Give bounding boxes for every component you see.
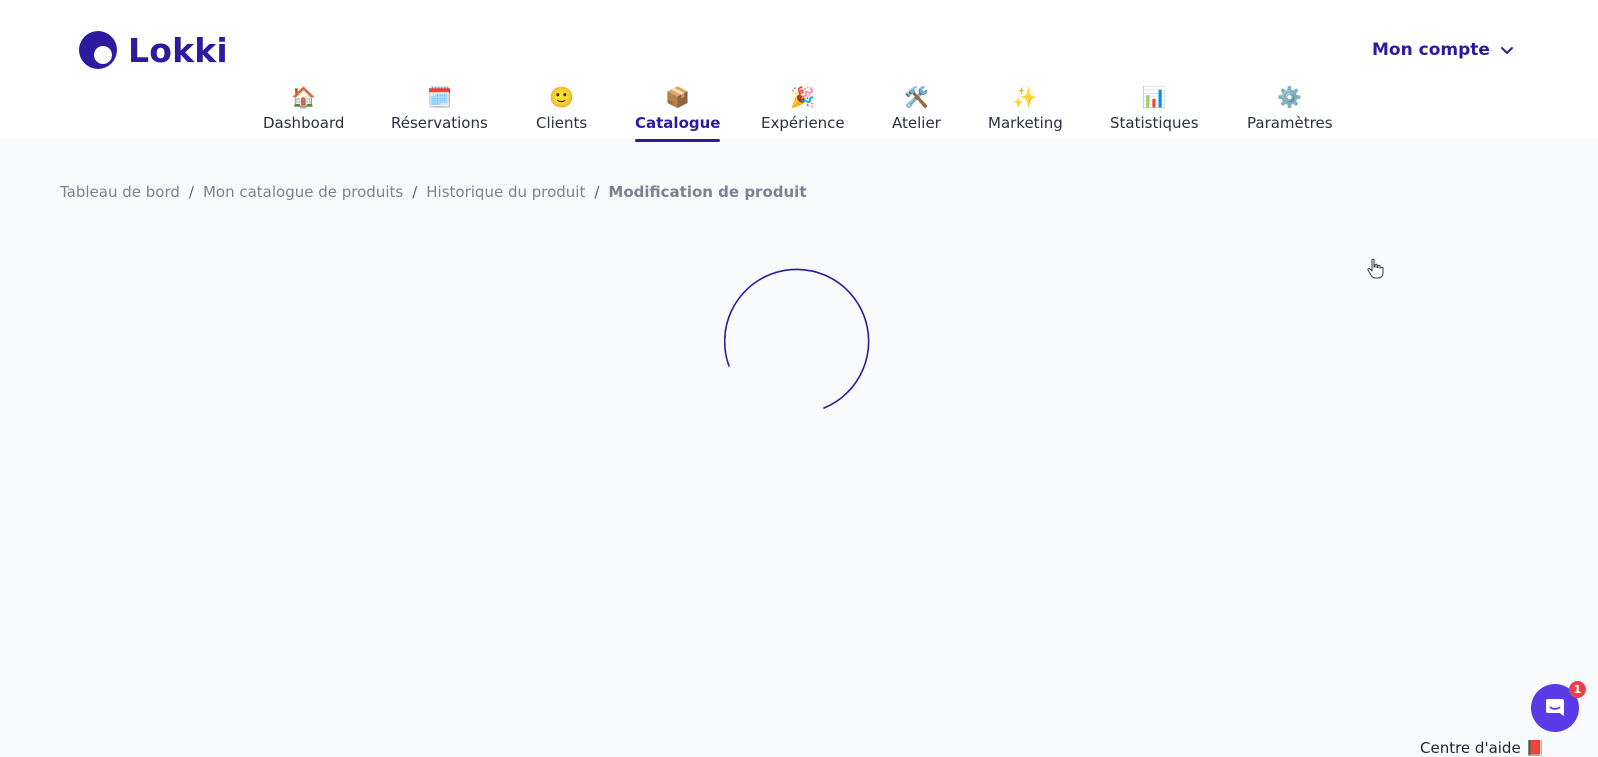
nav-item-dashboard[interactable]: 🏠 Dashboard <box>263 84 344 140</box>
gear-icon: ⚙️ <box>1277 85 1303 109</box>
breadcrumb-separator: / <box>188 183 194 201</box>
chevron-down-icon <box>1500 47 1513 54</box>
party-popper-icon: 🎉 <box>790 85 816 109</box>
active-tab-underline <box>635 139 721 142</box>
nav-item-clients[interactable]: 🙂 Clients <box>536 84 587 140</box>
nav-item-label: Marketing <box>988 114 1063 132</box>
book-icon: 📕 <box>1525 739 1545 757</box>
calendar-icon: 🗓️ <box>426 85 452 109</box>
nav-item-label: Dashboard <box>263 114 345 132</box>
nav-item-catalogue[interactable]: 📦 Catalogue <box>635 84 721 142</box>
breadcrumb-current: Modification de produit <box>608 183 807 201</box>
chat-unread-badge: 1 <box>1569 681 1586 698</box>
nav-item-label: Atelier <box>892 114 941 132</box>
house-icon: 🏠 <box>291 85 317 109</box>
nav-item-label: Expérience <box>761 114 845 132</box>
breadcrumb-separator: / <box>594 183 600 201</box>
nav-item-reservations[interactable]: 🗓️ Réservations <box>391 84 488 140</box>
breadcrumb-link-dashboard[interactable]: Tableau de bord <box>60 183 180 201</box>
nav-item-marketing[interactable]: ✨ Marketing <box>988 84 1063 140</box>
breadcrumb-link-catalogue[interactable]: Mon catalogue de produits <box>203 183 403 201</box>
nav-item-label: Clients <box>536 114 588 132</box>
account-menu[interactable]: Mon compte <box>1372 36 1515 64</box>
nav-item-atelier[interactable]: 🛠️ Atelier <box>892 84 941 140</box>
nav-item-label: Statistiques <box>1110 114 1199 132</box>
tools-icon: 🛠️ <box>903 85 929 109</box>
bar-chart-icon: 📊 <box>1141 85 1167 109</box>
smiley-icon: 🙂 <box>549 85 575 109</box>
help-center-label: Centre d'aide <box>1420 739 1521 757</box>
nav-item-label: Catalogue <box>635 114 721 132</box>
package-icon: 📦 <box>665 85 691 109</box>
nav-item-statistiques[interactable]: 📊 Statistiques <box>1110 84 1199 140</box>
help-center-link[interactable]: Centre d'aide 📕 <box>1420 739 1544 757</box>
sparkles-icon: ✨ <box>1012 85 1038 109</box>
breadcrumb-link-history[interactable]: Historique du produit <box>426 183 585 201</box>
nav-item-label: Paramètres <box>1247 114 1333 132</box>
chat-bubble-icon <box>1546 699 1564 716</box>
breadcrumb-separator: / <box>412 183 418 201</box>
loading-spinner-icon <box>724 268 870 409</box>
nav-item-label: Réservations <box>391 114 488 132</box>
nav-item-parametres[interactable]: ⚙️ Paramètres <box>1247 84 1333 140</box>
breadcrumb: Tableau de bord / Mon catalogue de produ… <box>60 182 806 202</box>
logo-text: Lokki <box>128 30 228 70</box>
account-menu-label: Mon compte <box>1372 40 1490 60</box>
lokki-logo-icon <box>79 31 117 69</box>
hand-cursor-icon <box>1367 258 1384 279</box>
top-header: Lokki Mon compte 🏠 Dashboard 🗓️ Réservat… <box>0 0 1598 142</box>
lokki-logo[interactable]: Lokki <box>78 28 228 72</box>
nav-item-experience[interactable]: 🎉 Expérience <box>761 84 845 140</box>
